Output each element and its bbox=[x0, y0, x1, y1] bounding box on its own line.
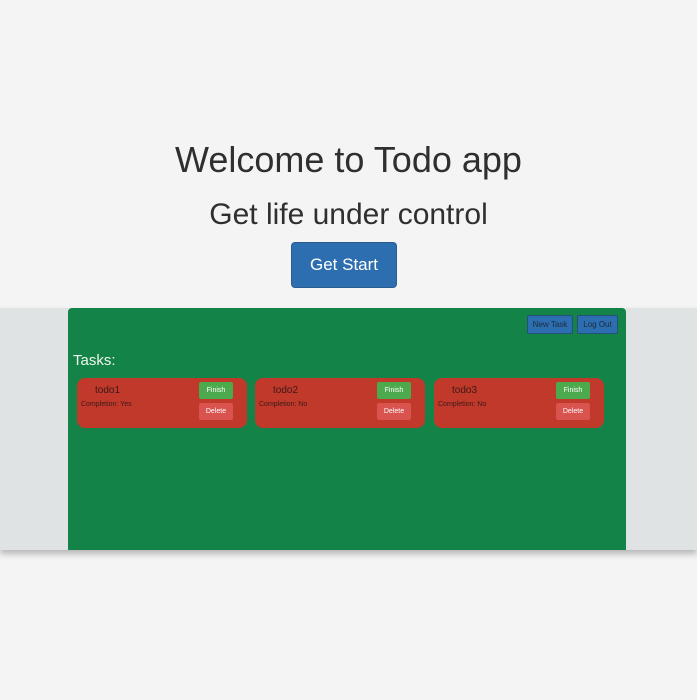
delete-button[interactable]: Delete bbox=[377, 403, 411, 420]
task-card: todo3 Completion: No Finish Delete bbox=[434, 378, 604, 428]
get-start-button[interactable]: Get Start bbox=[291, 242, 397, 288]
finish-button[interactable]: Finish bbox=[199, 382, 233, 399]
tasks-heading: Tasks: bbox=[73, 352, 116, 369]
log-out-button[interactable]: Log Out bbox=[577, 315, 618, 334]
task-completion-status: Completion: No bbox=[259, 401, 308, 408]
hero-title: Welcome to Todo app bbox=[175, 139, 522, 180]
task-title: todo3 bbox=[452, 385, 478, 396]
task-title: todo2 bbox=[273, 385, 299, 396]
hero-subtitle: Get life under control bbox=[209, 198, 488, 231]
finish-button[interactable]: Finish bbox=[377, 382, 411, 399]
app-preview-band: New Task Log Out Tasks: todo1 Completion… bbox=[0, 308, 697, 550]
task-completion-status: Completion: Yes bbox=[81, 401, 132, 408]
task-card: todo2 Completion: No Finish Delete bbox=[255, 378, 425, 428]
finish-button[interactable]: Finish bbox=[556, 382, 590, 399]
task-completion-status: Completion: No bbox=[438, 401, 487, 408]
app-preview-panel: New Task Log Out Tasks: todo1 Completion… bbox=[68, 308, 626, 550]
landing-page: Welcome to Todo app Get life under contr… bbox=[0, 0, 697, 700]
delete-button[interactable]: Delete bbox=[556, 403, 590, 420]
task-card: todo1 Completion: Yes Finish Delete bbox=[77, 378, 247, 428]
delete-button[interactable]: Delete bbox=[199, 403, 233, 420]
task-title: todo1 bbox=[95, 385, 121, 396]
new-task-button[interactable]: New Task bbox=[527, 315, 573, 334]
